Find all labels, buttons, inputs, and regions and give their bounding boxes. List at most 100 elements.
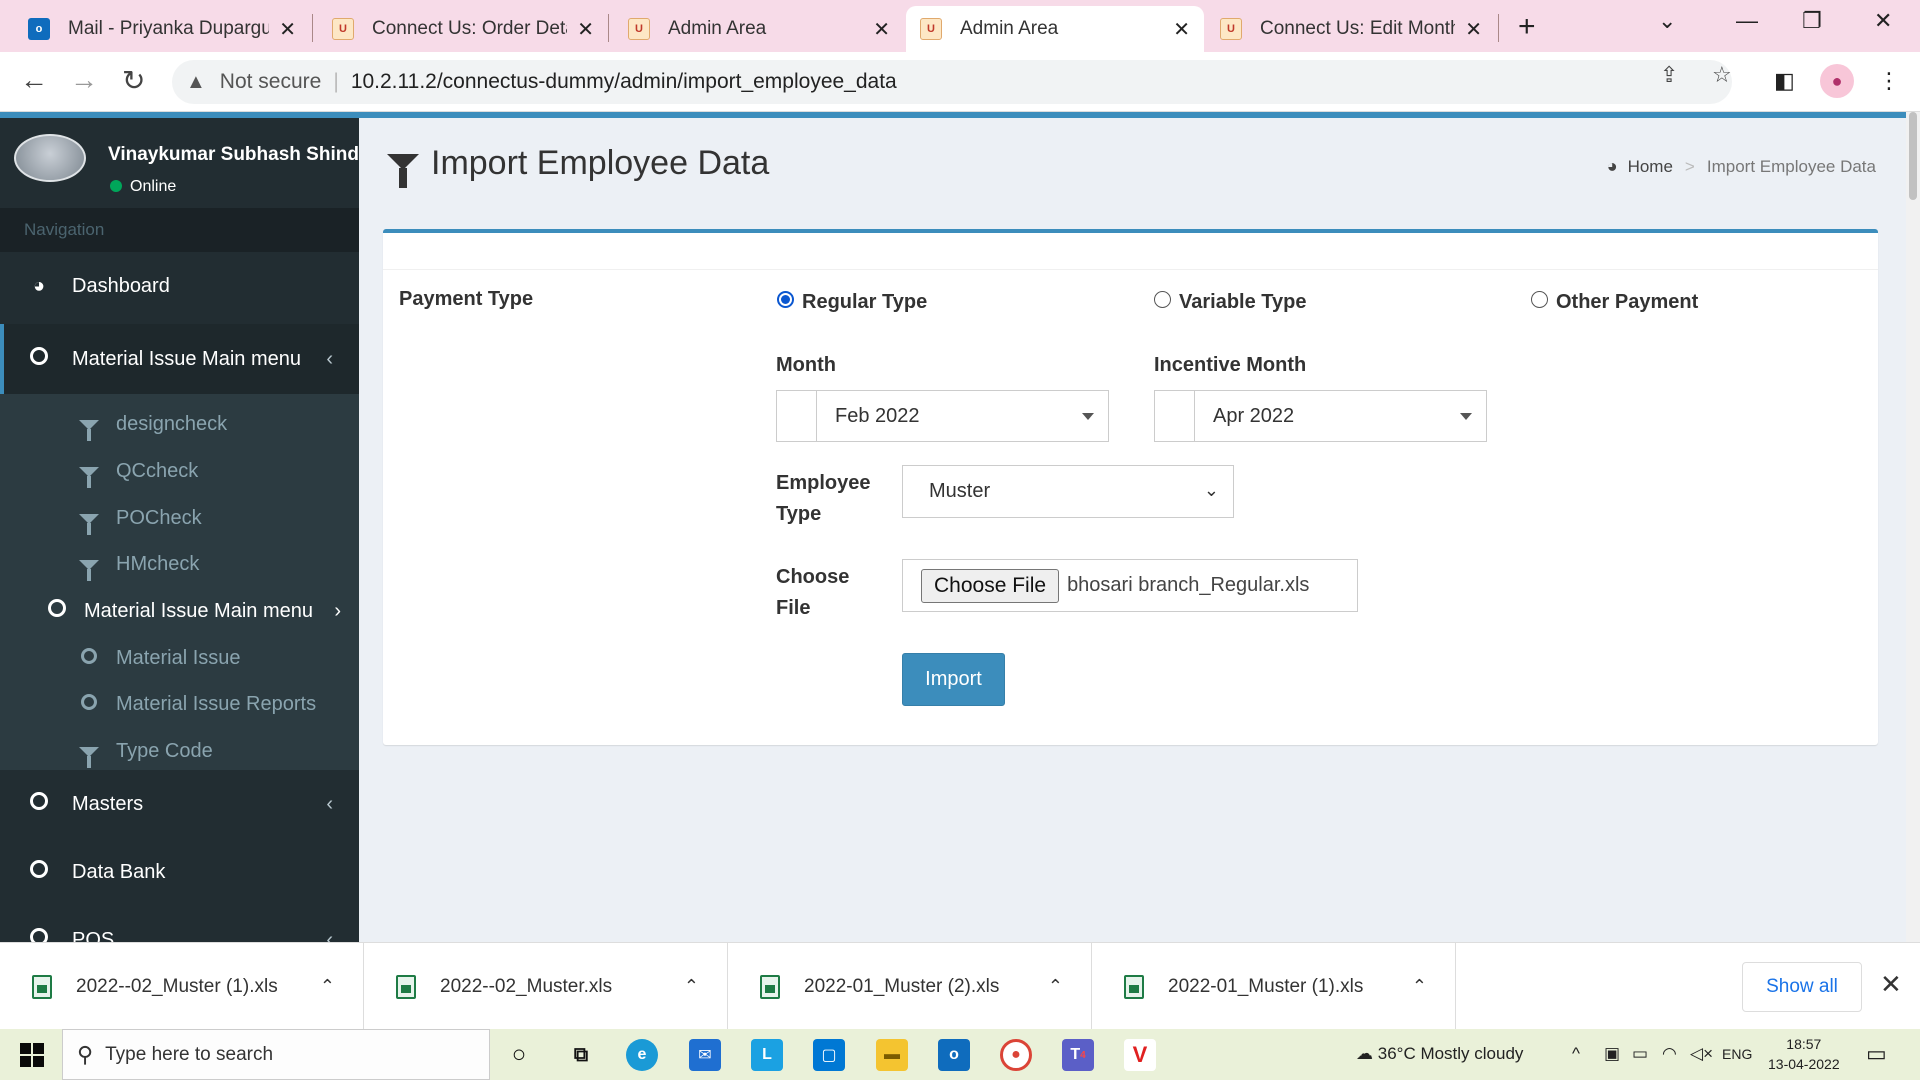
close-download-bar-icon[interactable]: ✕ [1880,969,1902,1000]
file-input[interactable]: Choose File bhosari branch_Regular.xls [902,559,1358,612]
browser-tab-strip: o Mail - Priyanka Dupargude ✕ U Connect … [0,0,1920,52]
caret-down-icon [1082,412,1094,420]
download-item[interactable]: 2022--02_Muster (1).xls ⌃ [0,943,364,1030]
download-item[interactable]: 2022-01_Muster (2).xls ⌃ [728,943,1092,1030]
radio-button[interactable] [1154,291,1171,308]
new-tab-plus-icon[interactable]: + [1518,10,1536,44]
radio-variable-type[interactable]: Variable Type [1154,291,1306,314]
tray-chevron-icon[interactable]: ^ [1572,1044,1580,1064]
radio-button[interactable] [1531,291,1548,308]
url-text[interactable]: 10.2.11.2/connectus-dummy/admin/import_e… [351,70,897,94]
bookmark-star-icon[interactable]: ☆ [1712,62,1732,88]
warning-triangle-icon[interactable]: ▲ [186,71,206,94]
profile-avatar-icon[interactable]: ● [1820,64,1854,98]
import-button[interactable]: Import [902,653,1005,706]
tab-close-icon[interactable]: ✕ [1173,17,1190,42]
tab-close-icon[interactable]: ✕ [577,17,594,42]
choose-file-button[interactable]: Choose File [921,568,1060,603]
window-close-icon[interactable]: ✕ [1874,8,1892,34]
side-panel-icon[interactable]: ◧ [1774,68,1795,94]
sidebar-item-pos[interactable]: POS ‹ [0,906,359,942]
share-icon[interactable]: ⇪ [1660,62,1678,88]
chevron-up-icon[interactable]: ⌃ [684,976,699,997]
chrome-browser-icon[interactable]: ● [1000,1039,1032,1071]
sidebar-item-hmcheck[interactable]: HMcheck [0,544,359,584]
scrollbar-thumb[interactable] [1909,112,1917,200]
teams-icon[interactable]: T4 [1062,1039,1094,1071]
wifi-icon[interactable]: ◠ [1662,1044,1677,1064]
show-all-downloads-button[interactable]: Show all [1742,962,1862,1012]
outlook-icon[interactable]: o [938,1039,970,1071]
browser-tab-edit-monthly[interactable]: U Connect Us: Edit Monthly ✕ [1206,6,1496,52]
tab-close-icon[interactable]: ✕ [279,17,296,42]
device-icon[interactable]: ▣ [1604,1044,1620,1064]
mail-icon[interactable]: ✉ [689,1039,721,1071]
sidebar-item-designcheck[interactable]: designcheck [0,404,359,444]
sidebar-item-qccheck[interactable]: QCcheck [0,451,359,491]
outlook-calendar-icon[interactable]: ▢ [813,1039,845,1071]
incentive-month-select[interactable]: Apr 2022 [1154,390,1487,442]
circle-icon [78,693,100,716]
chevron-up-icon[interactable]: ⌃ [1412,976,1427,997]
sidebar-item-material-issue-main-menu-nested[interactable]: Material Issue Main menu › [0,591,359,631]
notification-icon[interactable]: ▭ [1866,1041,1887,1067]
filter-icon [78,413,100,441]
radio-label: Regular Type [802,291,928,313]
month-label: Month [776,354,836,376]
download-item[interactable]: 2022-01_Muster (1).xls ⌃ [1092,943,1456,1030]
lync-icon[interactable]: L [751,1039,783,1071]
download-file-name: 2022--02_Muster.xls [440,975,613,997]
sidebar-item-dashboard[interactable]: ◕ Dashboard [0,252,359,320]
browser-tab-admin-area-active[interactable]: U Admin Area ✕ [906,6,1204,52]
reload-icon[interactable]: ↻ [122,64,145,97]
breadcrumb-home[interactable]: Home [1628,157,1673,177]
sidebar-item-material-issue-main-menu[interactable]: Material Issue Main menu ‹ [0,324,359,394]
tab-close-icon[interactable]: ✕ [873,17,890,42]
browser-tab-mail[interactable]: o Mail - Priyanka Dupargude ✕ [14,6,310,52]
weather-widget[interactable]: ☁ 36°C Mostly cloudy [1356,1044,1523,1064]
forward-arrow-icon[interactable]: → [70,64,98,96]
sidebar-item-masters[interactable]: Masters ‹ [0,770,359,838]
back-arrow-icon[interactable]: ← [20,64,48,96]
battery-icon[interactable]: ▭ [1632,1044,1648,1064]
restore-icon[interactable]: ❐ [1802,8,1822,34]
tab-search-chevron-icon[interactable]: ⌄ [1658,8,1676,34]
tab-close-icon[interactable]: ✕ [1465,17,1482,42]
sidebar-item-pocheck[interactable]: POCheck [0,498,359,538]
sidebar-item-material-issue-reports[interactable]: Material Issue Reports [0,684,359,724]
tab-divider [608,14,609,42]
user-avatar [14,134,86,182]
radio-button-checked[interactable] [777,291,794,308]
chevron-up-icon[interactable]: ⌃ [1048,976,1063,997]
month-select[interactable]: Feb 2022 [776,390,1109,442]
minimize-icon[interactable]: — [1736,8,1758,34]
taskbar-search-box[interactable]: ⚲ Type here to search [62,1029,490,1080]
windows-start-icon[interactable] [20,1043,44,1067]
browser-tab-admin-area-1[interactable]: U Admin Area ✕ [614,6,904,52]
security-label[interactable]: Not secure [220,70,322,94]
system-clock[interactable]: 18:57 13-04-2022 [1768,1034,1840,1074]
page-scrollbar[interactable] [1906,112,1920,942]
download-item[interactable]: 2022--02_Muster.xls ⌃ [364,943,728,1030]
app-v-icon[interactable]: V [1124,1039,1156,1071]
browser-menu-icon[interactable]: ⋮ [1878,68,1900,94]
address-bar[interactable]: ▲ Not secure | 10.2.11.2/connectus-dummy… [172,60,1732,104]
site-favicon-icon: U [1220,18,1242,40]
excel-file-icon [396,974,416,999]
file-explorer-icon[interactable]: ▬ [876,1039,908,1071]
user-status: Online [110,178,176,196]
download-bar: 2022--02_Muster (1).xls ⌃ 2022--02_Muste… [0,942,1920,1030]
browser-tab-order-details[interactable]: U Connect Us: Order Details ✕ [318,6,608,52]
radio-regular-type[interactable]: Regular Type [777,291,927,314]
chevron-up-icon[interactable]: ⌃ [320,976,335,997]
task-view-icon[interactable]: ⧉ [565,1039,597,1071]
sidebar-item-type-code[interactable]: Type Code [0,731,359,771]
language-indicator[interactable]: ENG [1722,1046,1752,1062]
edge-browser-icon[interactable]: e [626,1039,658,1071]
radio-other-payment[interactable]: Other Payment [1531,291,1698,314]
sidebar-item-data-bank[interactable]: Data Bank [0,838,359,906]
employee-type-select[interactable]: Muster ⌄ [902,465,1234,518]
volume-muted-icon[interactable]: ◁× [1690,1044,1713,1064]
sidebar-item-material-issue[interactable]: Material Issue [0,638,359,678]
cortana-icon[interactable]: ○ [503,1039,535,1071]
